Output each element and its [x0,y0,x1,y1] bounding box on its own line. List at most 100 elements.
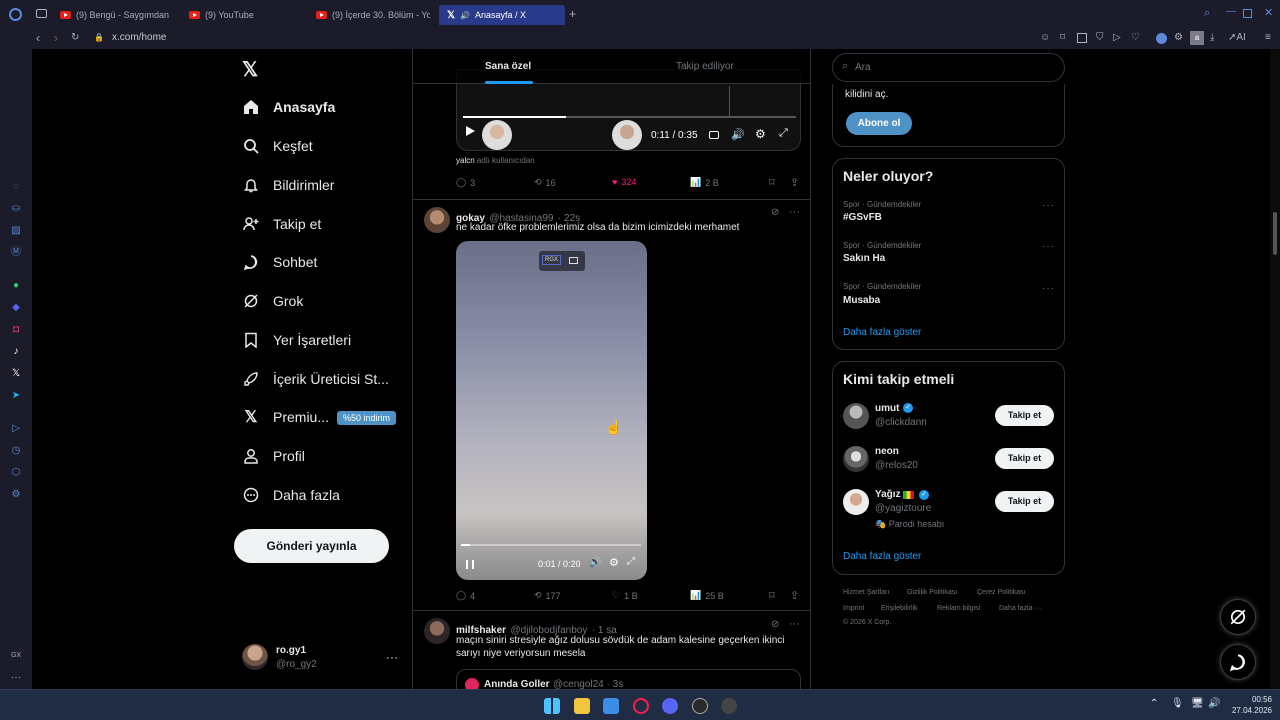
search-tabs-icon[interactable]: ⌕ [1204,7,1210,20]
subscribe-button[interactable]: Abone ol [846,112,912,135]
footer-more[interactable]: Daha fazla ··· [999,605,1041,612]
premium-discount-badge[interactable]: %50 indirim [337,411,397,425]
tab-following[interactable]: Takip ediliyor [676,61,734,72]
bookmark-icon[interactable]: ⌑ [769,176,775,189]
views-button[interactable]: 📊 2 B [690,177,719,188]
bookmark-icon[interactable]: ⌑ [1060,32,1065,43]
whatsapp-icon[interactable]: ● [10,280,22,292]
suggested-user-name[interactable]: umut [875,403,899,414]
nav-home[interactable]: Anasayfa [242,95,335,119]
account-switcher[interactable]: ro.gy1 @ro_gy2 ··· [242,644,402,672]
retweet-button[interactable]: ⟲ 16 [534,177,556,188]
heart-icon[interactable]: ♡ [1131,32,1140,43]
shield-icon[interactable]: ⛉ [1096,32,1104,43]
crypto-wallet-icon[interactable]: ⛀ [10,203,22,215]
ai-icon[interactable]: ➚AI [1228,32,1246,43]
store-icon[interactable] [603,698,619,714]
tab-for-you[interactable]: Sana özel [485,61,531,72]
views-button[interactable]: 📊 25 B [690,590,724,601]
tab-bengu[interactable]: (9) Bengü - Saygımdan (A [60,5,172,25]
avatar[interactable] [843,446,869,472]
volume-icon[interactable]: 🔊 [1208,698,1220,709]
like-button[interactable]: ♥ 324 [612,177,636,187]
settings-icon[interactable]: ⚙ [609,556,619,569]
play-icon[interactable] [466,126,475,136]
menu-icon[interactable]: ≡ [1265,32,1271,43]
footer-imprint[interactable]: Imprint [843,605,864,612]
nav-more[interactable]: Daha fazla [242,483,340,507]
pip-icon[interactable] [569,257,578,264]
reload-icon[interactable]: ↻ [71,32,79,43]
video-progress-track[interactable] [461,544,641,546]
reply-button[interactable]: ◯ 4 [456,590,475,601]
nav-grok[interactable]: Grok [242,289,303,313]
network-icon[interactable]: 🖥 [1191,698,1204,709]
video-player[interactable]: RGX 0:01 / 0:20 🔊 ⚙ ⤢ ☝ [456,241,647,580]
file-explorer-icon[interactable] [574,698,590,714]
more-icon[interactable]: ··· [1042,283,1055,294]
windows-start-icon[interactable] [544,698,560,714]
page-scrollbar[interactable] [1270,49,1280,689]
steam-icon[interactable] [692,698,708,714]
video-badge[interactable]: RGX [542,255,562,265]
tab-youtube[interactable]: (9) YouTube [189,5,299,25]
tweet[interactable]: milfshaker @djilobodjfanboy · 1 sa ⊘ ···… [413,611,810,689]
player-icon[interactable]: ▷ [1113,32,1121,43]
trend-item[interactable]: Musaba [843,295,880,306]
footer-ads-info[interactable]: Reklam bilgisi [937,605,980,612]
game-icon[interactable] [721,698,737,714]
history-icon[interactable]: ◷ [10,445,22,457]
footer-accessibility[interactable]: Erişilebilirlik [881,605,918,612]
bookmark-icon[interactable]: ⌑ [769,589,775,602]
download-icon[interactable]: ⤓ [1210,32,1214,43]
grok-icon[interactable]: ⊘ [771,207,779,218]
suggested-user-name[interactable]: Yağız [875,489,901,500]
extensions-icon[interactable]: ⚙ [1174,32,1183,43]
nav-notifications[interactable]: Bildirimler [242,173,334,197]
maximize-icon[interactable] [1243,9,1252,18]
search-box[interactable]: ⌕ Ara [832,53,1065,82]
volume-icon[interactable]: 🔊 [589,557,601,568]
avatar[interactable] [843,489,869,515]
snapshot-icon[interactable] [1077,33,1087,43]
back-icon[interactable]: ‹ [36,31,40,45]
grok-icon[interactable]: ⊘ [771,619,779,630]
follow-button[interactable]: Takip et [995,448,1054,469]
settings-icon[interactable]: ⚙ [10,489,22,501]
fullscreen-icon[interactable]: ⤢ [779,127,788,140]
tweet[interactable]: gokay @hastasina99 · 22s ⊘ ··· ne kadar … [413,200,810,610]
pinboard-icon[interactable]: ▨ [10,225,22,237]
nav-creator-studio[interactable]: İçerik Üreticisi St... [242,367,389,391]
tray-chevron-icon[interactable]: ⌃ [1150,698,1158,709]
more-icon[interactable]: ··· [10,672,22,684]
messages-fab[interactable] [1220,644,1256,680]
footer-terms[interactable]: Hizmet Şartları [843,589,889,596]
opera-gx-icon[interactable] [633,698,649,714]
new-tab-icon[interactable]: + [569,7,576,21]
nav-bookmarks[interactable]: Yer İşaretleri [242,328,351,352]
nav-chat[interactable]: Sohbet [242,250,317,274]
nav-explore[interactable]: Keşfet [242,134,313,158]
opera-logo-icon[interactable] [9,8,22,21]
follow-button[interactable]: Takip et [995,405,1054,426]
footer-cookies[interactable]: Çerez Politikası [977,589,1026,596]
gx-icon[interactable]: GX [10,650,22,662]
reply-button[interactable]: ◯ 3 [456,177,475,188]
show-more-link[interactable]: Daha fazla göster [843,327,921,338]
post-button[interactable]: Gönderi yayınla [234,529,389,563]
discord-icon[interactable] [662,698,678,714]
suggested-user-name[interactable]: neon [875,446,899,457]
tab-x-home[interactable]: 𝕏 🔊 Anasayfa / X [439,5,565,25]
nav-follow[interactable]: Takip et [242,212,321,236]
more-icon[interactable]: ··· [789,206,800,218]
aria-icon[interactable]: ◌ [10,181,22,193]
nav-profile[interactable]: Profil [242,444,305,468]
tiktok-icon[interactable]: ♪ [10,346,22,358]
settings-icon[interactable]: ⚙ [755,127,766,141]
x-icon[interactable]: 𝕏 [10,368,22,380]
trend-item[interactable]: #GSvFB [843,212,882,223]
emoji-icon[interactable]: ☺ [1040,32,1050,43]
tab-icerde[interactable]: (9) İçerde 30. Bölüm - You [316,5,430,25]
avatar[interactable] [424,207,450,233]
scrollbar-thumb[interactable] [1273,212,1277,255]
